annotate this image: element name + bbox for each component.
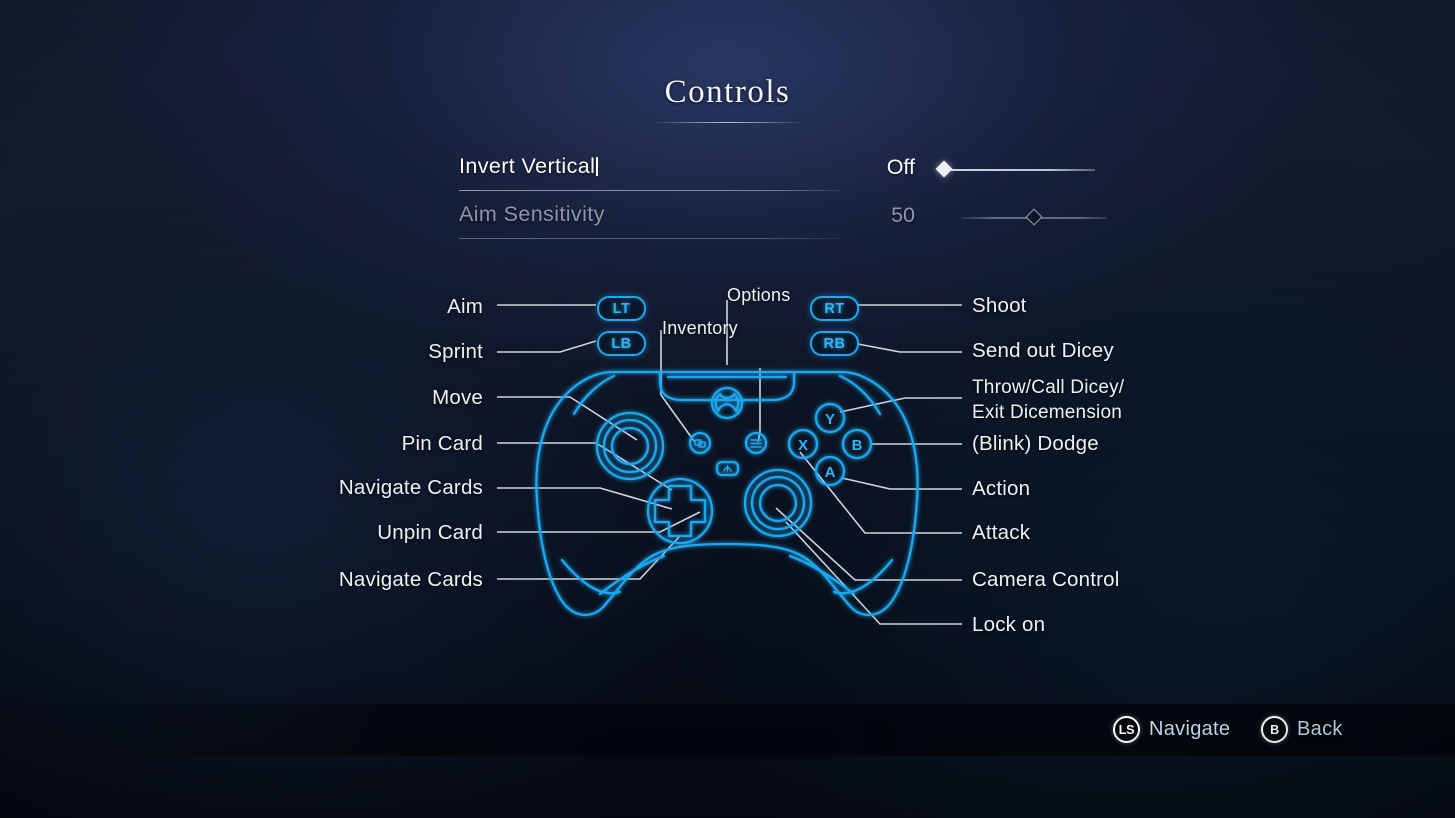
callout-lock-on: Lock on [972, 613, 1046, 636]
face-button-b-label: B [852, 437, 863, 454]
callout-shoot: Shoot [972, 294, 1027, 317]
callout-unpin-card: Unpin Card [377, 521, 483, 544]
callout-throw-call-dicey: Throw/Call Dicey/ Exit Dicemension [972, 377, 1125, 423]
callout-navigate-cards-dpad: Navigate Cards [338, 476, 483, 499]
shoulder-button-lt: LT [597, 296, 646, 321]
b-button-icon: B [1261, 716, 1288, 743]
callout-aim: Aim [447, 295, 483, 318]
shoulder-button-rb: RB [810, 331, 859, 356]
callout-pin-card: Pin Card [401, 432, 483, 455]
callout-camera-control: Camera Control [972, 568, 1120, 591]
callout-move: Move [432, 386, 483, 409]
face-button-a-label: A [825, 464, 836, 481]
callout-send-out-dicey: Send out Dicey [972, 339, 1114, 362]
callout-sprint: Sprint [428, 340, 483, 363]
callout-inventory: Inventory [662, 318, 738, 338]
face-button-x-label: X [798, 437, 808, 454]
shoulder-button-lb: LB [597, 331, 646, 356]
xbox-controller-diagram: Y B X A [535, 370, 919, 617]
callout-options: Options [727, 285, 791, 305]
prompt-back-label: Back [1297, 718, 1343, 740]
controls-screen: Controls Invert Vertical Off Aim Sensiti… [0, 0, 1455, 818]
left-stick-icon: LS [1113, 716, 1140, 743]
callout-navigate-cards-stick: Navigate Cards [338, 568, 483, 591]
shoulder-button-rt: RT [810, 296, 859, 321]
prompt-back[interactable]: B Back [1261, 716, 1343, 743]
callout-blink-dodge: (Blink) Dodge [972, 432, 1099, 455]
prompt-navigate[interactable]: LS Navigate [1113, 716, 1230, 743]
prompt-navigate-label: Navigate [1149, 718, 1231, 740]
callout-attack: Attack [972, 521, 1031, 544]
face-button-y-label: Y [825, 411, 835, 428]
prompt-bar [0, 704, 1455, 756]
callout-action: Action [972, 477, 1031, 500]
